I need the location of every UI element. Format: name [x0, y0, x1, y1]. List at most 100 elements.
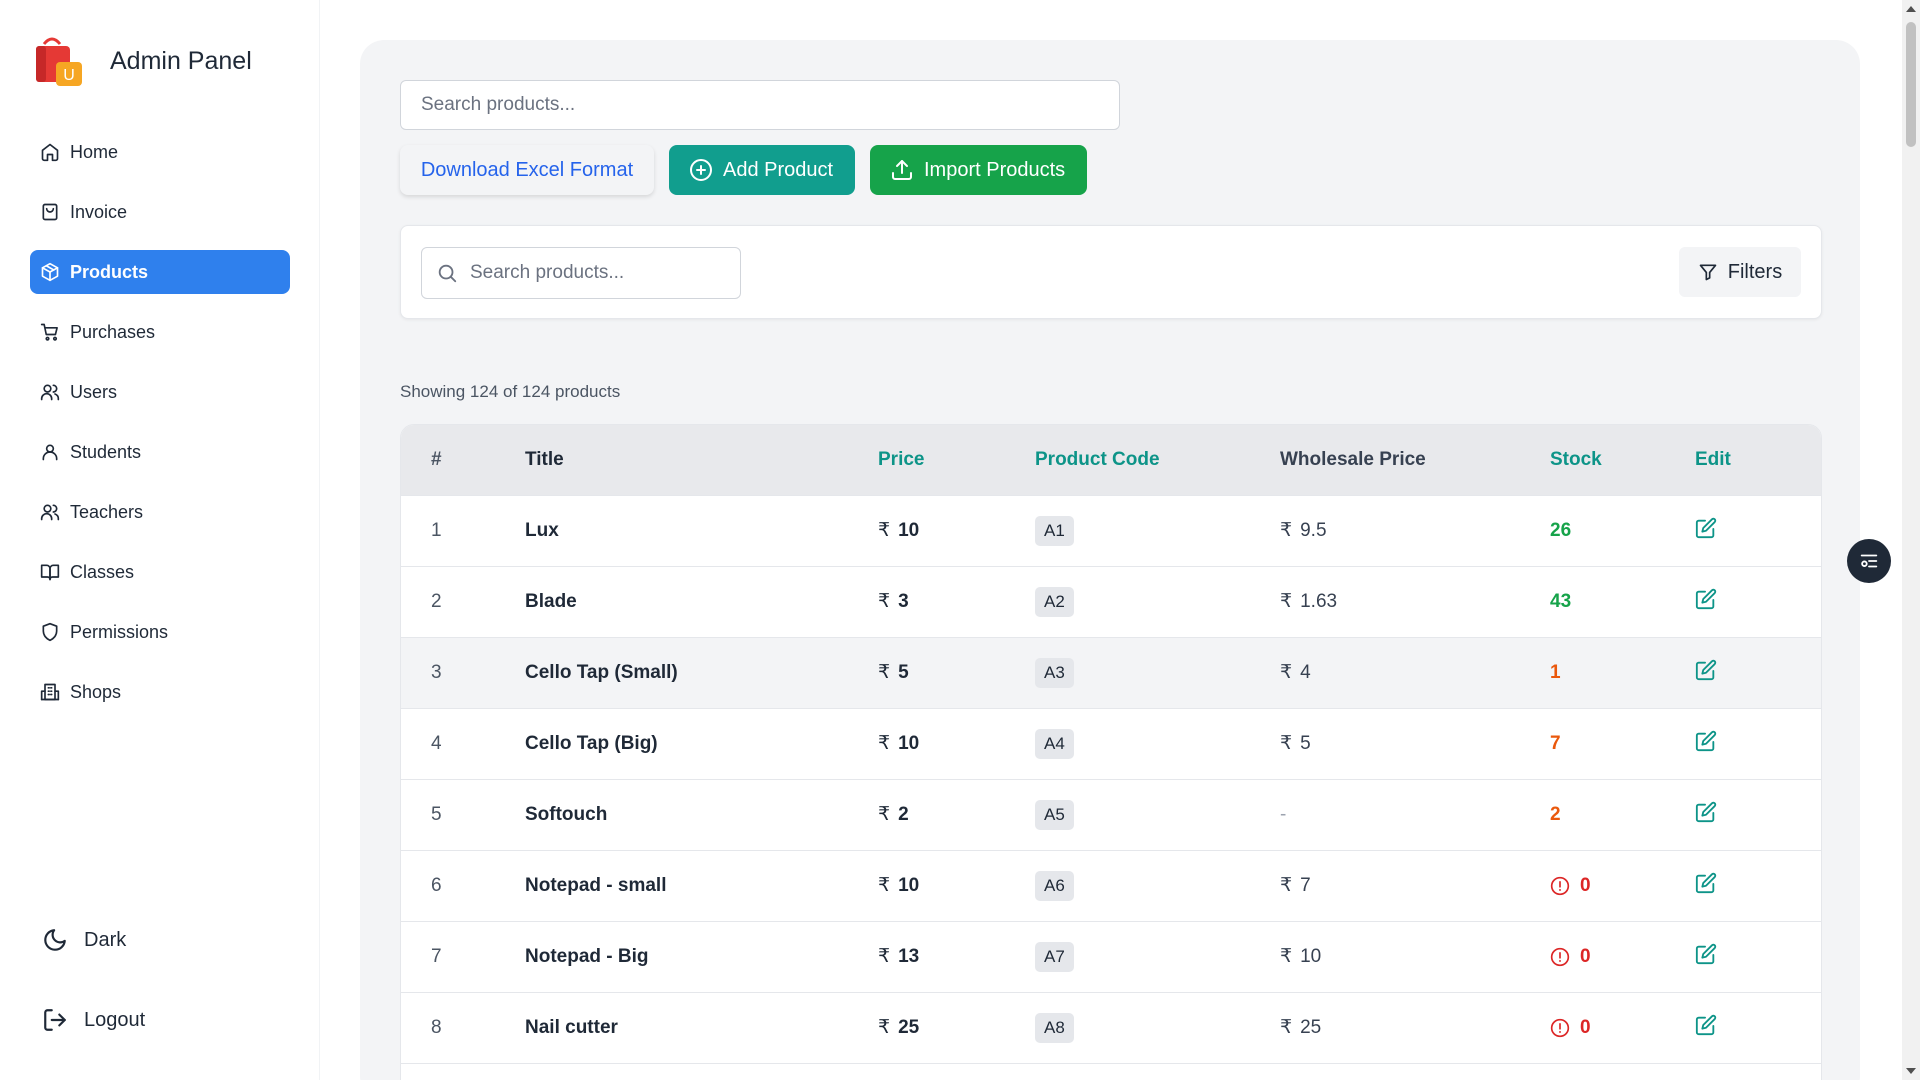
price-value: 10	[898, 520, 920, 541]
floating-menu-button[interactable]	[1847, 539, 1891, 583]
product-code-badge: A5	[1035, 799, 1074, 830]
currency-symbol: ₹	[1280, 520, 1293, 541]
code-cell: A5	[1035, 778, 1280, 850]
sidebar-item-classes[interactable]: Classes	[30, 550, 290, 594]
table-row[interactable]: 6 Notepad - small ₹10 A6 ₹7 0	[401, 849, 1821, 921]
filter-search-box[interactable]	[421, 247, 741, 299]
sidebar-item-home[interactable]: Home	[30, 130, 290, 174]
edit-cell[interactable]	[1695, 494, 1821, 566]
edit-icon[interactable]	[1695, 659, 1717, 681]
price-cell: ₹10	[878, 707, 1035, 779]
sidebar-item-purchases[interactable]: Purchases	[30, 310, 290, 354]
edit-icon[interactable]	[1695, 801, 1717, 823]
edit-icon[interactable]	[1695, 588, 1717, 610]
product-title: Nail cutter	[525, 991, 878, 1063]
column-header-number[interactable]: #	[401, 425, 525, 495]
brand[interactable]: U Admin Panel	[30, 32, 252, 90]
search-input[interactable]	[400, 80, 1120, 130]
product-title: Softouch	[525, 778, 878, 850]
currency-symbol: ₹	[1280, 591, 1293, 612]
scrollbar-thumb[interactable]	[1906, 22, 1916, 147]
product-code-badge: A4	[1035, 728, 1074, 759]
edit-icon[interactable]	[1695, 872, 1717, 894]
invoice-icon	[42, 203, 58, 221]
import-products-label: Import Products	[924, 158, 1066, 181]
product-title: Cello Tap (Small)	[525, 636, 878, 708]
product-code-badge: A3	[1035, 657, 1074, 688]
scroll-down-arrow-icon[interactable]	[1906, 1068, 1916, 1074]
column-header-stock[interactable]: Stock	[1550, 425, 1695, 495]
wholesale-value: 7	[1300, 875, 1311, 896]
main-panel: Download Excel Format Add Product Import…	[360, 40, 1860, 1080]
sidebar-item-invoice[interactable]: Invoice	[30, 190, 290, 234]
edit-cell[interactable]	[1695, 636, 1821, 708]
stock-cell: 0	[1550, 991, 1695, 1063]
sidebar-item-permissions[interactable]: Permissions	[30, 610, 290, 654]
edit-icon[interactable]	[1695, 943, 1717, 965]
alert-circle-icon	[1550, 876, 1570, 895]
currency-symbol: ₹	[878, 662, 891, 683]
sidebar-item-label: Students	[70, 441, 142, 462]
currency-symbol: ₹	[878, 1017, 891, 1038]
theme-toggle[interactable]: Dark	[42, 927, 282, 953]
scroll-up-arrow-icon[interactable]	[1906, 6, 1916, 12]
stock-value: 2	[1550, 803, 1561, 825]
filters-button[interactable]: Filters	[1679, 247, 1801, 297]
page-scrollbar[interactable]	[1902, 0, 1920, 1080]
filters-label: Filters	[1727, 260, 1783, 283]
edit-cell[interactable]	[1695, 920, 1821, 992]
wholesale-value: -	[1280, 803, 1287, 825]
price-cell: ₹10	[878, 849, 1035, 921]
currency-symbol: ₹	[878, 875, 891, 896]
edit-icon[interactable]	[1695, 1014, 1717, 1036]
edit-icon[interactable]	[1695, 517, 1717, 539]
stock-cell: 43	[1550, 565, 1695, 637]
logout-label: Logout	[84, 1008, 146, 1031]
import-products-button[interactable]: Import Products	[870, 145, 1087, 195]
table-row[interactable]: 1 Lux ₹10 A1 ₹9.5 26	[401, 494, 1821, 566]
add-product-button[interactable]: Add Product	[669, 145, 855, 195]
row-number: 4	[401, 707, 525, 779]
table-row[interactable]: 5 Softouch ₹2 A5-2	[401, 778, 1821, 850]
wholesale-value: 10	[1300, 946, 1322, 967]
sidebar-item-users[interactable]: Users	[30, 370, 290, 414]
sidebar-item-products[interactable]: Products	[30, 250, 290, 294]
wholesale-cell: -	[1280, 778, 1550, 850]
currency-symbol: ₹	[1280, 875, 1293, 896]
edit-cell[interactable]	[1695, 991, 1821, 1063]
table-row[interactable]: 4 Cello Tap (Big) ₹10 A4 ₹5 7	[401, 707, 1821, 779]
shield-icon	[42, 622, 58, 642]
stock-out-indicator: 0	[1550, 946, 1695, 968]
price-value: 10	[898, 733, 920, 754]
sidebar-item-label: Shops	[70, 681, 122, 702]
product-title: Notepad - Big	[525, 920, 878, 992]
edit-cell[interactable]	[1695, 778, 1821, 850]
users-icon	[40, 504, 60, 521]
edit-icon[interactable]	[1695, 730, 1717, 752]
table-row[interactable]: 9Clinic plus₹1A9₹0.846	[401, 1062, 1821, 1080]
sidebar-item-teachers[interactable]: Teachers	[30, 490, 290, 534]
edit-cell[interactable]	[1695, 707, 1821, 779]
logout-button[interactable]: Logout	[42, 1007, 282, 1033]
download-excel-format-label: Download Excel Format	[420, 158, 634, 181]
sidebar-item-students[interactable]: Students	[30, 430, 290, 474]
edit-cell[interactable]	[1695, 1062, 1821, 1080]
currency-symbol: ₹	[1280, 662, 1293, 683]
edit-cell[interactable]	[1695, 565, 1821, 637]
filter-search-input[interactable]	[470, 262, 730, 284]
table-row[interactable]: 2 Blade ₹3 A2 ₹1.63 43	[401, 565, 1821, 637]
product-code-badge: A8	[1035, 1012, 1074, 1043]
download-excel-format-button[interactable]: Download Excel Format	[400, 145, 654, 195]
column-header-wholesale-price[interactable]: Wholesale Price	[1280, 425, 1550, 495]
row-number: 3	[401, 636, 525, 708]
column-header-title[interactable]: Title	[525, 425, 878, 495]
table-row[interactable]: 8 Nail cutter ₹25 A8 ₹25 0	[401, 991, 1821, 1063]
table-row[interactable]: 7 Notepad - Big ₹13 A7 ₹10 0	[401, 920, 1821, 992]
table-row[interactable]: 3 Cello Tap (Small) ₹5 A3 ₹4 1	[401, 636, 1821, 708]
sidebar-item-shops[interactable]: Shops	[30, 670, 290, 714]
stock-cell: 7	[1550, 707, 1695, 779]
column-header-price[interactable]: Price	[878, 425, 1035, 495]
column-header-product-code[interactable]: Product Code	[1035, 425, 1280, 495]
edit-cell[interactable]	[1695, 849, 1821, 921]
row-number: 2	[401, 565, 525, 637]
